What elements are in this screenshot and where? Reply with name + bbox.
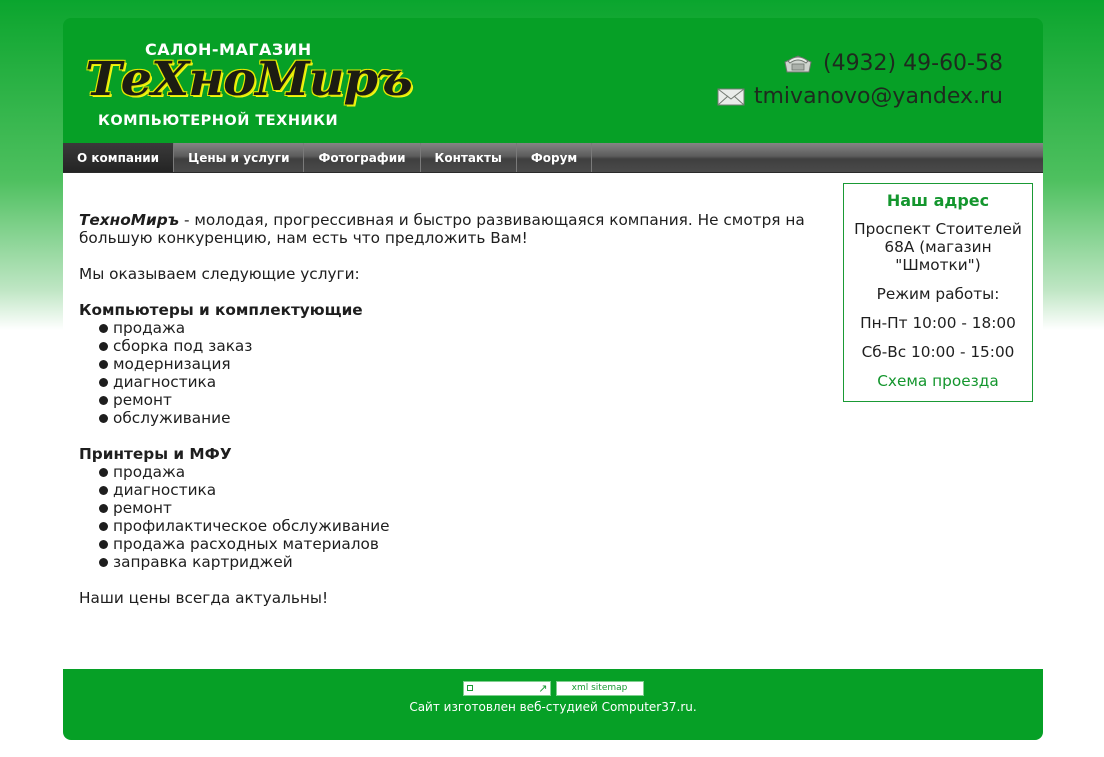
- list-item: сборка под заказ: [99, 337, 819, 355]
- nav-item-photos[interactable]: Фотографии: [304, 143, 421, 172]
- bullet-icon: [99, 558, 108, 567]
- map-link[interactable]: Схема проезда: [844, 372, 1032, 390]
- list-item: профилактическое обслуживание: [99, 517, 819, 535]
- email-address[interactable]: tmivanovo@yandex.ru: [754, 84, 1003, 109]
- content-area: ТехноМиръ - молодая, прогрессивная и быс…: [63, 173, 1043, 669]
- service-list-printers: продажа диагностика ремонт профилактичес…: [79, 463, 819, 571]
- footer-credit[interactable]: Сайт изготовлен веб-студией Computer37.r…: [63, 700, 1043, 714]
- bullet-icon: [99, 378, 108, 387]
- envelope-icon: [717, 87, 745, 107]
- address-text: Проспект Стоителей 68А (магазин "Шмотки"…: [854, 220, 1022, 274]
- bullet-icon: [99, 504, 108, 513]
- nav-item-forum[interactable]: Форум: [517, 143, 593, 172]
- sitemap-badge[interactable]: xml sitemap: [555, 681, 644, 696]
- logo-wordmark: ТеХноМиръ: [85, 52, 413, 107]
- list-item: диагностика: [99, 481, 819, 499]
- bullet-icon: [99, 486, 108, 495]
- phone-row: (4932) 49-60-58: [717, 47, 1003, 80]
- list-item: заправка картриджей: [99, 553, 819, 571]
- footer-badges: ↗ xml sitemap: [63, 681, 1043, 696]
- main-content: ТехноМиръ - молодая, прогрессивная и быс…: [79, 211, 819, 607]
- hours-weekdays: Пн-Пт 10:00 - 18:00: [860, 314, 1016, 332]
- email-row: tmivanovo@yandex.ru: [717, 80, 1003, 113]
- closing-text: Наши цены всегда актуальны!: [79, 589, 329, 607]
- nav-item-about[interactable]: О компании: [63, 143, 175, 172]
- list-item: обслуживание: [99, 409, 819, 427]
- phone-number[interactable]: (4932) 49-60-58: [823, 51, 1003, 76]
- counter-badge[interactable]: ↗: [462, 681, 551, 696]
- bullet-icon: [99, 396, 108, 405]
- group-title-printers: Принтеры и МФУ: [79, 445, 232, 463]
- bullet-icon: [99, 342, 108, 351]
- site-footer: ↗ xml sitemap Сайт изготовлен веб-студие…: [63, 669, 1043, 740]
- logo-tagline-bottom: КОМПЬЮТЕРНОЙ ТЕХНИКИ: [98, 113, 339, 129]
- site-header: САЛОН-МАГАЗИН ТеХноМиръ КОМПЬЮТЕРНОЙ ТЕХ…: [63, 18, 1043, 143]
- service-list-computers: продажа сборка под заказ модернизация ди…: [79, 319, 819, 427]
- list-item: ремонт: [99, 391, 819, 409]
- list-item: диагностика: [99, 373, 819, 391]
- nav-item-prices[interactable]: Цены и услуги: [174, 143, 305, 172]
- bullet-icon: [99, 324, 108, 333]
- hours-weekend: Сб-Вс 10:00 - 15:00: [861, 343, 1015, 361]
- intro-text: - молодая, прогрессивная и быстро развив…: [79, 211, 805, 247]
- list-item: ремонт: [99, 499, 819, 517]
- bullet-icon: [99, 540, 108, 549]
- hours-label: Режим работы:: [876, 285, 1000, 303]
- group-title-computers: Компьютеры и комплектующие: [79, 301, 363, 319]
- header-contacts: (4932) 49-60-58 tmivanovo@yandex.ru: [717, 47, 1003, 113]
- intro-brand: ТехноМиръ: [79, 211, 180, 229]
- bullet-icon: [99, 414, 108, 423]
- page-frame: САЛОН-МАГАЗИН ТеХноМиръ КОМПЬЮТЕРНОЙ ТЕХ…: [63, 18, 1043, 740]
- list-item: продажа: [99, 319, 819, 337]
- site-logo[interactable]: САЛОН-МАГАЗИН ТеХноМиръ КОМПЬЮТЕРНОЙ ТЕХ…: [85, 38, 413, 133]
- nav-item-contacts[interactable]: Контакты: [421, 143, 517, 172]
- bullet-icon: [99, 522, 108, 531]
- bullet-icon: [99, 360, 108, 369]
- list-item: продажа: [99, 463, 819, 481]
- intro-paragraph: ТехноМиръ - молодая, прогрессивная и быс…: [79, 211, 819, 247]
- list-item: модернизация: [99, 355, 819, 373]
- address-box: Наш адрес Проспект Стоителей 68А (магази…: [843, 183, 1033, 402]
- bullet-icon: [99, 468, 108, 477]
- services-heading: Мы оказываем следующие услуги:: [79, 265, 360, 283]
- list-item: продажа расходных материалов: [99, 535, 819, 553]
- square-icon: [466, 685, 473, 691]
- arrow-icon: ↗: [538, 682, 548, 695]
- address-title: Наш адрес: [886, 191, 990, 210]
- fax-phone-icon: [782, 52, 814, 76]
- main-nav: О компании Цены и услуги Фотографии Конт…: [63, 143, 1043, 173]
